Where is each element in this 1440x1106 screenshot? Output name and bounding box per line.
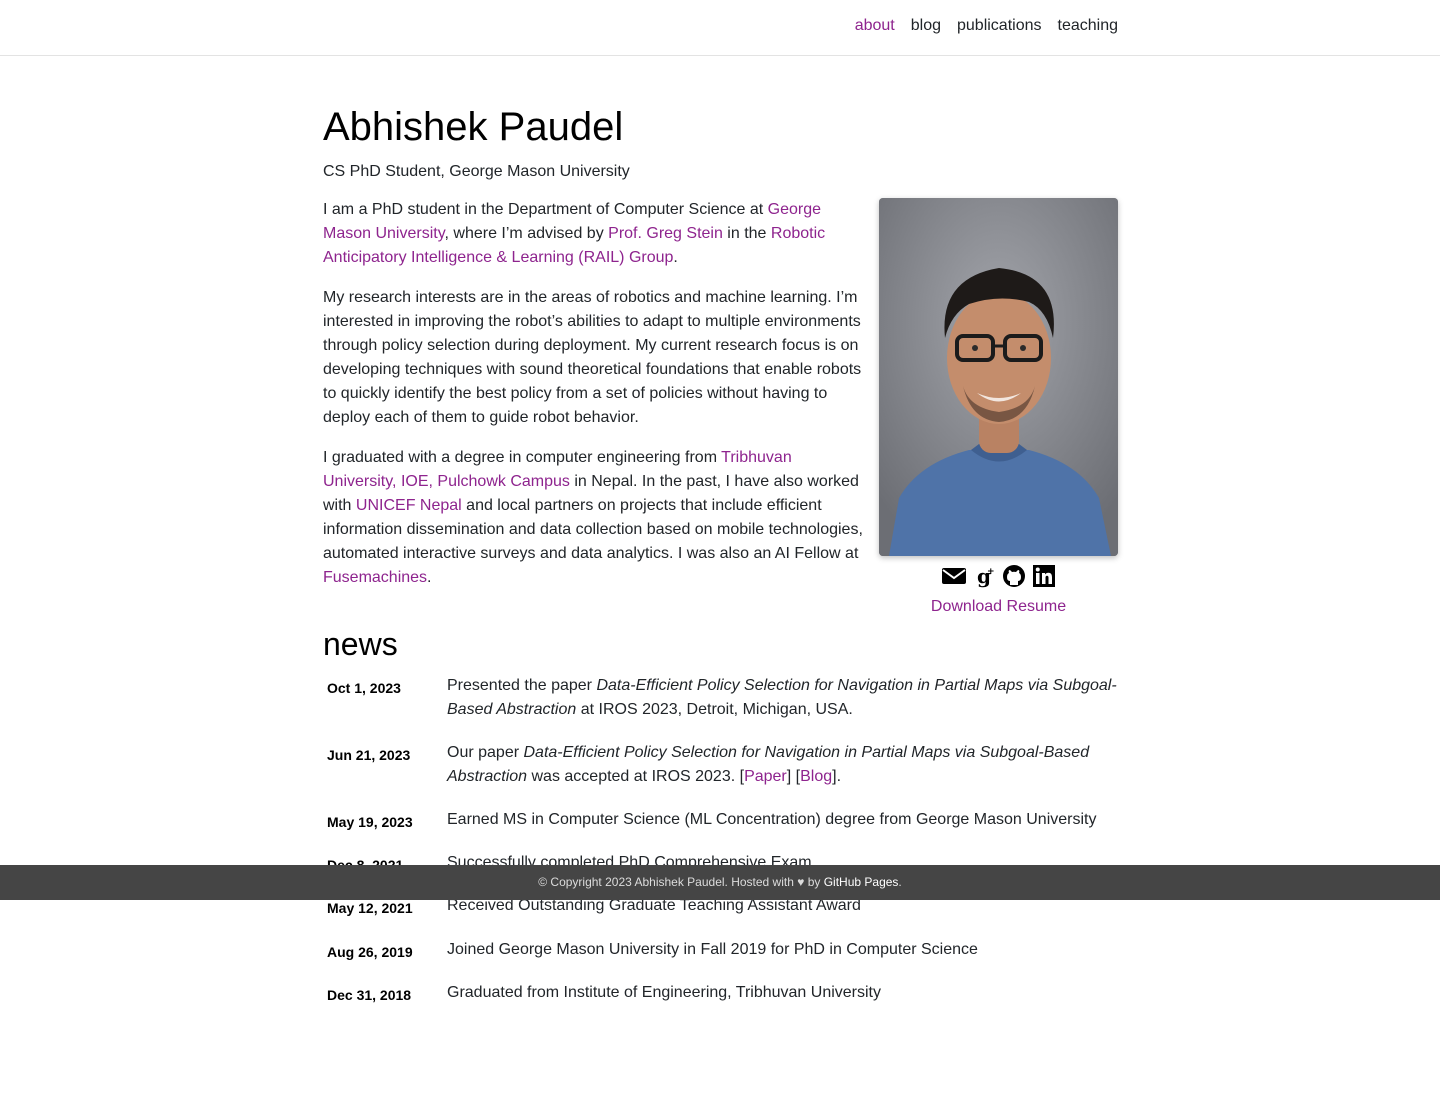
- page-subtitle: CS PhD Student, George Mason University: [323, 163, 630, 180]
- news-date: Aug 26, 2019: [327, 944, 413, 960]
- news-date: Jun 21, 2023: [327, 747, 411, 763]
- profile-photo: [879, 198, 1118, 556]
- about-section: I am a PhD student in the Department of …: [323, 198, 1118, 615]
- unicef-link[interactable]: UNICEF Nepal: [356, 497, 462, 514]
- github-icon[interactable]: [1002, 564, 1026, 588]
- news-text-post: at IROS 2023, Detroit, Michigan, USA.: [576, 701, 853, 718]
- nav-item-publications[interactable]: publications: [957, 17, 1042, 35]
- fusemachines-link[interactable]: Fusemachines: [323, 569, 427, 586]
- news-text: Our paper Data-Efficient Policy Selectio…: [447, 741, 1117, 808]
- social-icons: g +: [879, 564, 1118, 588]
- news-text-end: ].: [832, 768, 842, 785]
- about-p1-text-4: .: [673, 249, 678, 266]
- nav-item-about[interactable]: about: [855, 17, 895, 35]
- nav-links: about blog publications teaching: [855, 17, 1118, 35]
- footer-copyright: © Copyright 2023 Abhishek Paudel. Hosted…: [538, 875, 824, 889]
- news-heading: news: [323, 626, 398, 662]
- google-scholar-icon[interactable]: g +: [972, 564, 996, 588]
- news-date: Oct 1, 2023: [327, 680, 401, 696]
- resume-section: Download Resume: [879, 598, 1118, 616]
- nav-item-teaching[interactable]: teaching: [1058, 17, 1119, 35]
- profile-card: g + Download Resume: [879, 198, 1118, 616]
- paper-link[interactable]: Paper: [744, 768, 787, 785]
- news-table: Oct 1, 2023 Presented the paper Data-Eff…: [323, 674, 1118, 1024]
- about-p3-text-4: .: [427, 569, 432, 586]
- blog-link[interactable]: Blog: [800, 768, 832, 785]
- linkedin-icon[interactable]: [1032, 564, 1056, 588]
- news-row: May 19, 2023 Earned MS in Computer Scien…: [323, 808, 1118, 851]
- portrait-illustration: [879, 198, 1118, 556]
- news-date: May 12, 2021: [327, 900, 413, 916]
- github-pages-link[interactable]: GitHub Pages: [824, 875, 899, 889]
- about-paragraph-2: My research interests are in the areas o…: [323, 289, 862, 426]
- advisor-link[interactable]: Prof. Greg Stein: [608, 225, 723, 242]
- about-p1-text-2: , where I’m advised by: [444, 225, 609, 242]
- news-text: Joined George Mason University in Fall 2…: [447, 941, 978, 958]
- news-text-pre: Our paper: [447, 744, 524, 761]
- news-text: Received Outstanding Graduate Teaching A…: [447, 897, 861, 914]
- main-content: Abhishek Paudel CS PhD Student, George M…: [323, 102, 1118, 615]
- about-p1-text-3: in the: [722, 225, 771, 242]
- news-row: Aug 26, 2019 Joined George Mason Univers…: [323, 938, 1118, 981]
- news-text: Presented the paper Data-Efficient Polic…: [447, 674, 1117, 741]
- news-text: Earned MS in Computer Science (ML Concen…: [447, 811, 1097, 828]
- footer: © Copyright 2023 Abhishek Paudel. Hosted…: [0, 865, 1440, 900]
- news-text-post: was accepted at IROS 2023. [: [527, 768, 745, 785]
- news-text-pre: Presented the paper: [447, 677, 597, 694]
- nav-item-blog[interactable]: blog: [911, 17, 941, 35]
- about-text: I am a PhD student in the Department of …: [323, 198, 867, 590]
- email-icon[interactable]: [941, 564, 966, 588]
- svg-text:+: +: [987, 567, 995, 577]
- news-row: Dec 31, 2018 Graduated from Institute of…: [323, 981, 1118, 1024]
- about-paragraph-1: I am a PhD student in the Department of …: [323, 198, 867, 270]
- footer-end: .: [898, 875, 902, 889]
- news-row: Jun 21, 2023 Our paper Data-Efficient Po…: [323, 741, 1118, 808]
- news-row: May 12, 2021 Received Outstanding Gradua…: [323, 894, 1118, 938]
- news-date: Dec 31, 2018: [327, 987, 412, 1003]
- news-row: Oct 1, 2023 Presented the paper Data-Eff…: [323, 674, 1118, 741]
- news-text-mid: ] [: [786, 768, 801, 785]
- about-paragraph-3: I graduated with a degree in computer en…: [323, 446, 867, 590]
- page-title: Abhishek Paudel: [323, 105, 624, 149]
- news-text: Graduated from Institute of Engineering,…: [447, 984, 881, 1001]
- top-navbar: about blog publications teaching: [0, 0, 1440, 56]
- news-date: May 19, 2023: [327, 814, 413, 830]
- about-p3-text-1: I graduated with a degree in computer en…: [323, 449, 722, 466]
- about-p1-text-1: I am a PhD student in the Department of …: [323, 201, 768, 218]
- download-resume-link[interactable]: Download Resume: [931, 598, 1066, 615]
